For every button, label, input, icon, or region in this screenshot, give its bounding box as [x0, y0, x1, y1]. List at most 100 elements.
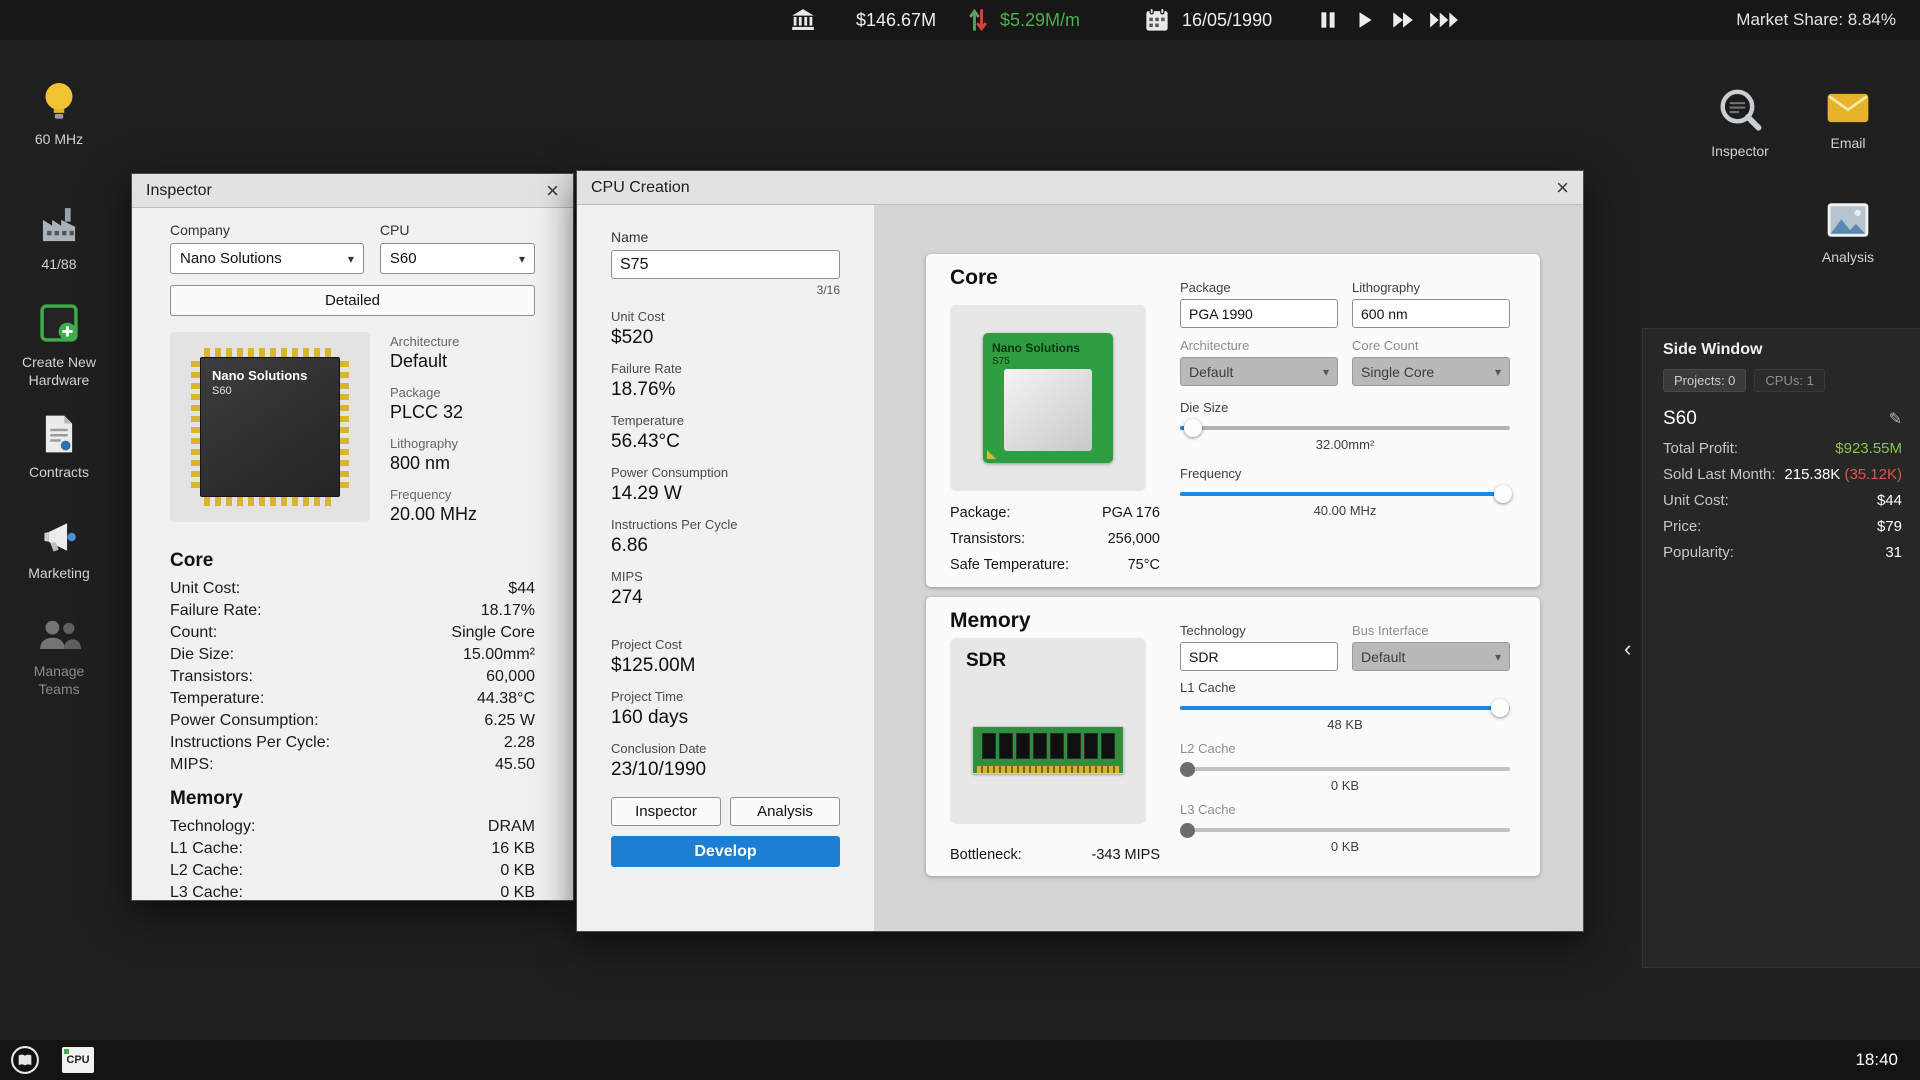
- fastest-forward-button[interactable]: [1428, 0, 1460, 40]
- slider-knob[interactable]: [1184, 419, 1202, 437]
- kv-row: L1 Cache:16 KB: [170, 838, 535, 860]
- pause-button[interactable]: [1318, 0, 1338, 40]
- die-size-value: 32.00mm²: [1180, 437, 1510, 452]
- tab-projects[interactable]: Projects: 0: [1663, 369, 1746, 392]
- contract-document-icon: [41, 413, 77, 455]
- frequency-control: Frequency 40.00 MHz: [1180, 466, 1510, 518]
- cpu-taskbar-label: CPU: [66, 1054, 89, 1066]
- chart-image-icon: [1825, 200, 1871, 240]
- pga-chip-graphic: Nano Solutions S75: [983, 333, 1113, 463]
- architecture-select[interactable]: Default ▾: [1180, 357, 1338, 386]
- technology-input[interactable]: [1180, 642, 1338, 671]
- frequency-label: Frequency: [1180, 466, 1510, 481]
- technology-label: Technology: [1180, 623, 1338, 638]
- frequency-value: 40.00 MHz: [1180, 503, 1510, 518]
- contracts-button[interactable]: Contracts: [0, 413, 118, 481]
- cpu-creation-left-panel: Name 3/16 Unit Cost $520 Failure Rate 18…: [577, 205, 874, 931]
- l2-cache-control: L2 Cache 0 KB: [1180, 741, 1510, 793]
- spec-architecture: Architecture Default: [390, 334, 535, 372]
- close-icon[interactable]: ×: [1556, 177, 1569, 199]
- analysis-label: Analysis: [1798, 248, 1898, 266]
- cpu-select-value: S60: [390, 250, 417, 267]
- income-icon-wrap: [968, 0, 988, 40]
- side-row-price: Price: $79: [1643, 514, 1920, 540]
- bus-interface-select[interactable]: Default ▾: [1352, 642, 1510, 671]
- open-inspector-button[interactable]: Inspector: [611, 797, 721, 826]
- close-icon[interactable]: ×: [546, 180, 559, 202]
- cpu-preview: Nano Solutions S75: [950, 305, 1146, 491]
- factory-icon: [37, 203, 81, 247]
- inspector-titlebar[interactable]: Inspector ×: [132, 174, 573, 208]
- company-select-value: Nano Solutions: [180, 250, 282, 267]
- manage-teams-button[interactable]: Manage Teams: [0, 616, 118, 698]
- row-value: $44: [1877, 488, 1902, 514]
- factory-label: 41/88: [0, 255, 118, 273]
- name-input[interactable]: [611, 250, 840, 279]
- stat-unit-cost: Unit Cost $520: [611, 309, 840, 349]
- kv-row: L2 Cache:0 KB: [170, 860, 535, 882]
- research-button[interactable]: 60 MHz: [0, 80, 118, 148]
- bus-interface-label: Bus Interface: [1352, 623, 1510, 638]
- cpu-select[interactable]: S60 ▾: [380, 243, 535, 274]
- slider-knob[interactable]: [1491, 699, 1509, 717]
- die-size-slider[interactable]: [1180, 419, 1510, 437]
- email-button[interactable]: Email: [1798, 90, 1898, 152]
- fast-forward-button[interactable]: [1390, 0, 1416, 40]
- l3-cache-slider: [1180, 821, 1510, 839]
- architecture-label: Architecture: [1180, 338, 1338, 353]
- cpu-window-taskbar-item[interactable]: CPU: [62, 1047, 94, 1073]
- factory-button[interactable]: 41/88: [0, 203, 118, 273]
- analysis-button[interactable]: Analysis: [1798, 200, 1898, 266]
- create-new-hardware-label: Create New Hardware: [11, 353, 107, 389]
- cpu-creation-right-panel: Core Nano Solutions S75 Package:PGA 176 …: [874, 205, 1583, 931]
- package-label: Package: [1180, 280, 1338, 295]
- lithography-input[interactable]: [1352, 299, 1510, 328]
- side-row-sold-last-month: Sold Last Month: 215.38K (35.12K): [1643, 462, 1920, 488]
- stat-failure-rate: Failure Rate 18.76%: [611, 361, 840, 401]
- row-value: 31: [1885, 540, 1902, 566]
- inspector-tool-button[interactable]: Inspector: [1690, 86, 1790, 160]
- menu-book-button[interactable]: [10, 1045, 40, 1080]
- inspector-tool-label: Inspector: [1690, 142, 1790, 160]
- marketing-button[interactable]: Marketing: [0, 518, 118, 582]
- email-label: Email: [1798, 134, 1898, 152]
- kv-row: Die Size:15.00mm²: [170, 644, 535, 666]
- core-section-heading: Core: [170, 550, 535, 572]
- play-button[interactable]: [1355, 0, 1375, 40]
- side-window-title: Side Window: [1643, 329, 1920, 359]
- company-select[interactable]: Nano Solutions ▾: [170, 243, 364, 274]
- cpu-creation-titlebar[interactable]: CPU Creation ×: [577, 171, 1583, 205]
- ram-stick-graphic: [972, 726, 1124, 774]
- book-icon: [10, 1045, 40, 1075]
- lithography-label: Lithography: [1352, 280, 1510, 295]
- frequency-slider[interactable]: [1180, 485, 1510, 503]
- chevron-down-icon: ▾: [348, 252, 354, 266]
- core-info-package: Package:PGA 176: [950, 500, 1160, 526]
- l1-cache-slider[interactable]: [1180, 699, 1510, 717]
- develop-button[interactable]: Develop: [611, 836, 840, 867]
- ram-preview: SDR: [950, 638, 1146, 824]
- chip-model: S75: [992, 356, 1010, 367]
- core-count-select[interactable]: Single Core ▾: [1352, 357, 1510, 386]
- row-label: Sold Last Month:: [1663, 462, 1776, 488]
- side-window-tabs: Projects: 0 CPUs: 1: [1643, 359, 1920, 392]
- chip-brand: Nano Solutions: [212, 368, 328, 383]
- side-window: Side Window Projects: 0 CPUs: 1 S60 ✎ To…: [1642, 328, 1920, 968]
- research-label: 60 MHz: [0, 130, 118, 148]
- die-size-control: Die Size 32.00mm²: [1180, 400, 1510, 452]
- chevron-down-icon: ▾: [1323, 365, 1329, 379]
- open-analysis-button[interactable]: Analysis: [730, 797, 840, 826]
- slider-knob[interactable]: [1494, 485, 1512, 503]
- edit-icon[interactable]: ✎: [1889, 409, 1902, 429]
- cpu-creation-window: CPU Creation × Name 3/16 Unit Cost $520 …: [576, 170, 1584, 932]
- kv-row: Instructions Per Cycle:2.28: [170, 732, 535, 754]
- side-window-collapse-arrow[interactable]: ‹: [1624, 636, 1631, 662]
- create-new-hardware-button[interactable]: Create New Hardware: [0, 301, 118, 389]
- inspector-window-title: Inspector: [146, 182, 212, 200]
- memory-card-heading: Memory: [950, 609, 1031, 633]
- l2-cache-label: L2 Cache: [1180, 741, 1510, 756]
- detailed-button[interactable]: Detailed: [170, 285, 535, 316]
- package-input[interactable]: [1180, 299, 1338, 328]
- tab-cpus[interactable]: CPUs: 1: [1754, 369, 1824, 392]
- spec-package: Package PLCC 32: [390, 385, 535, 423]
